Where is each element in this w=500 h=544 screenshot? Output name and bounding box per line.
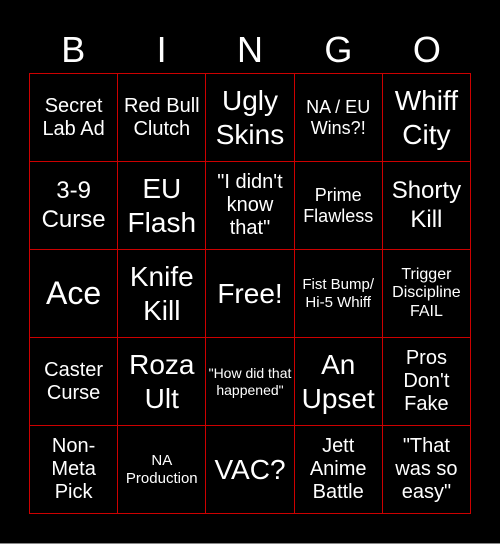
bingo-cell[interactable]: Shorty Kill <box>382 162 471 250</box>
header-letter-o: O <box>412 29 441 70</box>
free-space-cell[interactable]: Free! <box>206 250 295 338</box>
header-letter-i: I <box>156 29 167 70</box>
bingo-cell[interactable]: Ugly Skins <box>206 74 295 162</box>
bingo-cell[interactable]: EU Flash <box>118 162 207 250</box>
bingo-cell[interactable]: Non-Meta Pick <box>30 426 119 514</box>
bingo-cell[interactable]: "I didn't know that" <box>206 162 295 250</box>
bingo-cell[interactable]: NA Production <box>118 426 207 514</box>
bingo-cell[interactable]: NA / EU Wins?! <box>294 74 383 162</box>
header-letter-b: B <box>61 29 86 70</box>
bingo-cell[interactable]: 3-9 Curse <box>30 162 119 250</box>
bingo-cell[interactable]: "That was so easy" <box>382 426 471 514</box>
bingo-cell[interactable]: Secret Lab Ad <box>30 74 119 162</box>
bingo-cell[interactable]: Knife Kill <box>118 250 207 338</box>
header-letter-g: G <box>324 29 353 70</box>
bingo-header: B I N G O <box>29 28 471 72</box>
bingo-cell[interactable]: Prime Flawless <box>294 162 383 250</box>
bingo-cell[interactable]: Red Bull Clutch <box>118 74 207 162</box>
bingo-cell[interactable]: Caster Curse <box>30 338 119 426</box>
bingo-cell[interactable]: Pros Don't Fake <box>382 338 471 426</box>
bingo-cell[interactable]: Jett Anime Battle <box>294 426 383 514</box>
bingo-cell[interactable]: Fist Bump/ Hi-5 Whiff <box>294 250 383 338</box>
bingo-cell[interactable]: "How did that happened" <box>206 338 295 426</box>
header-letter-n: N <box>237 29 264 70</box>
bingo-cell[interactable]: An Upset <box>294 338 383 426</box>
bingo-grid: Secret Lab Ad Red Bull Clutch Ugly Skins… <box>29 73 471 514</box>
bingo-cell[interactable]: Ace <box>30 250 119 338</box>
bingo-cell[interactable]: Trigger Discipline FAIL <box>382 250 471 338</box>
bingo-cell[interactable]: Whiff City <box>382 74 471 162</box>
bingo-cell[interactable]: Roza Ult <box>118 338 207 426</box>
bingo-cell[interactable]: VAC? <box>206 426 295 514</box>
